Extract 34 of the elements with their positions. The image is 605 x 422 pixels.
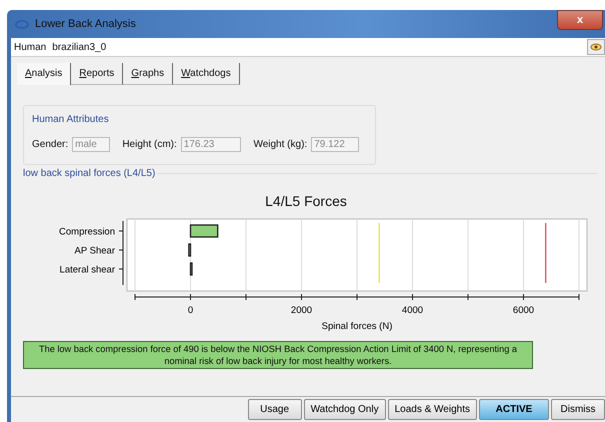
- dialog-button[interactable]: ACTIVE: [479, 399, 549, 420]
- force-bar: [190, 262, 193, 276]
- tab[interactable]: Graphs: [123, 63, 174, 85]
- human-field[interactable]: brazilian3_0: [52, 42, 581, 52]
- force-bar: [190, 224, 218, 238]
- close-button[interactable]: x: [557, 10, 603, 30]
- category-label: Lateral shear: [60, 264, 115, 276]
- chart-title: L4/L5 Forces: [265, 193, 347, 209]
- tick-label: 6000: [512, 305, 534, 316]
- axis-title: Spinal forces (N): [322, 321, 392, 332]
- tab[interactable]: Reports: [71, 63, 124, 85]
- category-label: AP Shear: [74, 246, 115, 256]
- dialog-button[interactable]: Watchdog Only: [304, 399, 386, 420]
- force-bar: [188, 243, 192, 257]
- eye-icon: [590, 43, 602, 51]
- result-message: The low back compression force of 490 is below the NIOSH Back Compression Action Limit of 3400 N, representing a nominal risk of low back injury for most healthy workers.: [23, 341, 533, 369]
- tab[interactable]: Watchdogs: [173, 63, 240, 85]
- tick-label: 0: [188, 305, 194, 316]
- eye-button[interactable]: [587, 39, 605, 55]
- category-label: Compression: [59, 226, 115, 238]
- group-title: low back spinal forces (L4/L5): [23, 168, 158, 179]
- tick-label: 4000: [402, 305, 424, 316]
- dialog-button[interactable]: Usage: [248, 399, 302, 420]
- field-label: Gender:: [32, 139, 68, 150]
- field-label: Height (cm):: [122, 139, 177, 150]
- group-title: Human Attributes: [32, 114, 110, 125]
- y-axis: [118, 220, 124, 286]
- dialog-button[interactable]: Loads & Weights: [388, 399, 477, 420]
- window-title: Lower Back Analysis: [35, 18, 137, 30]
- human-label: Human: [14, 42, 46, 52]
- tab[interactable]: Analysis: [17, 63, 72, 85]
- field-label: Weight (kg):: [253, 139, 308, 150]
- tick-label: 2000: [290, 305, 312, 316]
- dialog-button[interactable]: Dismiss: [551, 399, 605, 420]
